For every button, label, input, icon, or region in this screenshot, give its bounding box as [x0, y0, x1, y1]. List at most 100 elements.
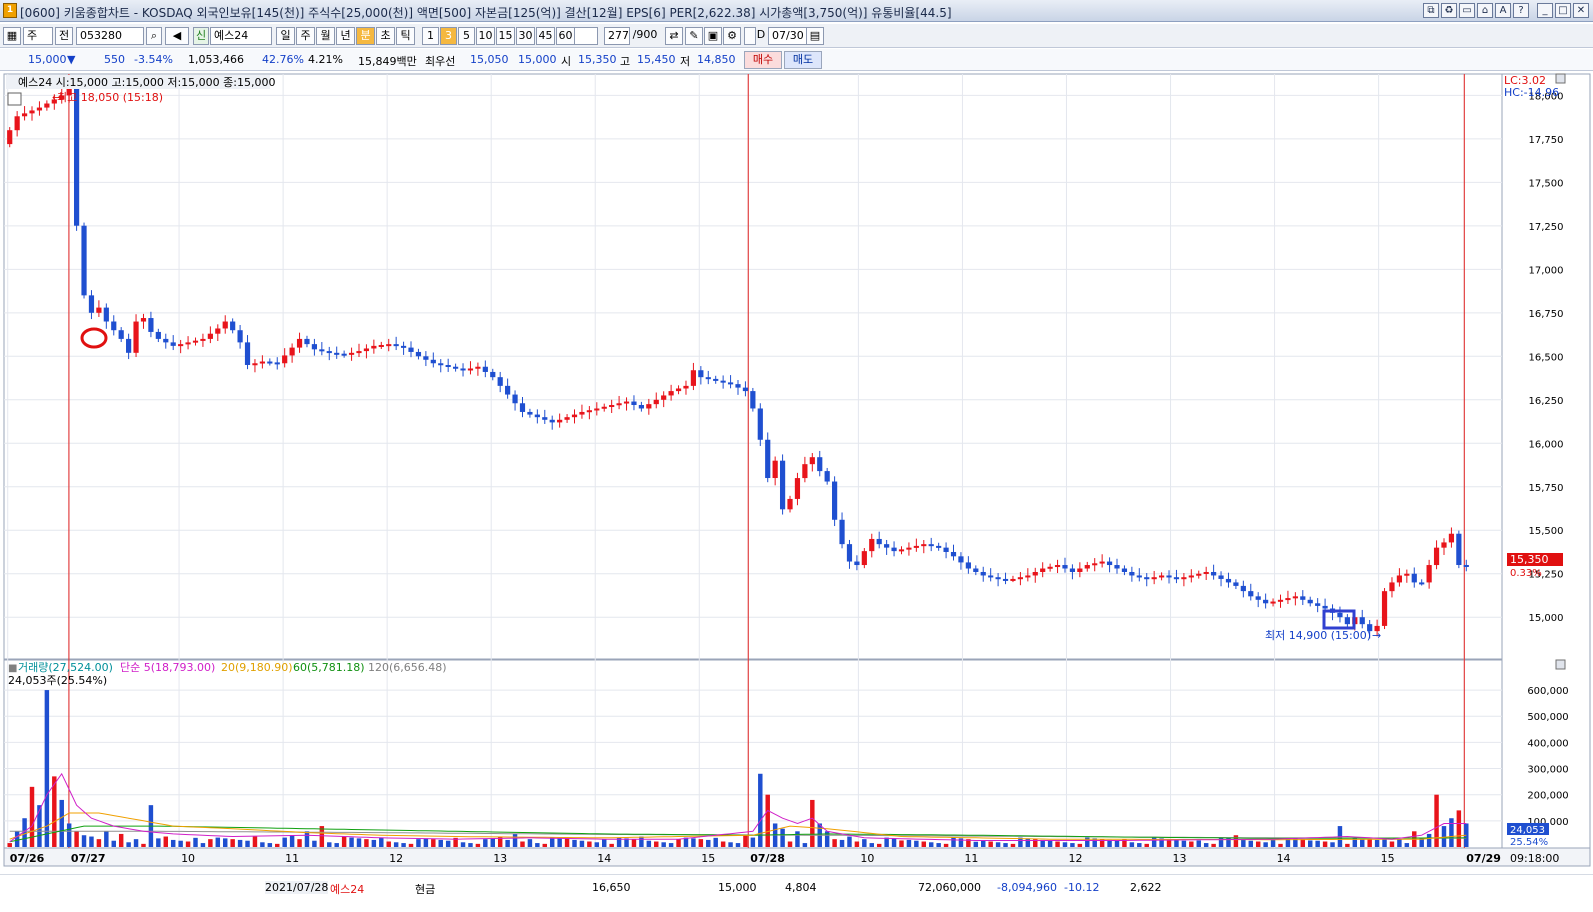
candle-body [869, 538, 875, 552]
candle-body [460, 368, 466, 371]
interval-button[interactable]: 10 [476, 27, 495, 45]
interval-button[interactable]: 3 [440, 27, 457, 45]
speaker-icon[interactable]: ◀ [165, 27, 189, 45]
candle-body [244, 342, 251, 365]
volume-bar [639, 836, 644, 847]
panel-toggle-icon[interactable] [1555, 659, 1566, 670]
footer-v3: 4,804 [785, 881, 817, 894]
period-button[interactable]: 일 [276, 27, 295, 45]
d-checkbox[interactable] [744, 27, 756, 45]
period-button[interactable]: 초 [376, 27, 395, 45]
gear-icon[interactable]: ⚙ [723, 27, 741, 45]
volume-bar [631, 839, 637, 847]
type-select[interactable]: 주 [23, 27, 53, 45]
ma20-legend: 20(9,180.90) [221, 661, 293, 674]
interval-button[interactable]: 5 [458, 27, 475, 45]
price: 15,000 [28, 53, 67, 66]
home-icon[interactable]: ⌂ [1477, 3, 1493, 18]
volume-bar [668, 843, 674, 847]
candle-body [1040, 568, 1046, 572]
candle-body [846, 544, 853, 562]
x-tick-label: 10 [181, 852, 195, 865]
volume-bar [587, 841, 592, 847]
volume-bar [267, 843, 273, 847]
volume-bar [1070, 843, 1075, 847]
volume-bar [1233, 835, 1239, 847]
search-icon[interactable]: ⌕ [146, 27, 162, 45]
period-button[interactable]: 년 [336, 27, 355, 45]
grid-icon[interactable] [7, 92, 22, 106]
price-tick-label: 16,250 [1529, 396, 1564, 407]
share-icon[interactable]: ♻ [1441, 3, 1457, 18]
scroll-up-icon[interactable] [1555, 73, 1566, 84]
volume-bar [423, 838, 429, 847]
candle-body [326, 351, 332, 354]
candle-body [430, 359, 436, 364]
footer-v2: 15,000 [718, 881, 757, 894]
volume-bar [445, 840, 451, 847]
volume-bar [1374, 839, 1380, 847]
code-input[interactable]: 053280 [76, 27, 144, 45]
calendar-icon[interactable]: ▤ [806, 27, 824, 45]
minimize-icon[interactable]: _ [1537, 3, 1553, 18]
period-button[interactable]: 주 [296, 27, 315, 45]
candle-body [386, 344, 392, 347]
candle-body [519, 403, 526, 412]
volume-bar [505, 839, 510, 847]
volume-bar [780, 828, 785, 847]
price-chart[interactable]: 15,00015,25015,50015,75016,00016,25016,5… [0, 72, 1593, 872]
close-icon[interactable]: ✕ [1573, 3, 1589, 18]
volume-bar [1025, 838, 1031, 847]
high-marker: 최고 18,050 (15:18) [57, 91, 163, 104]
sync-icon[interactable]: ⇄ [665, 27, 683, 45]
count-input[interactable]: 277 [604, 27, 630, 45]
volume-bar [609, 843, 614, 847]
interval-button[interactable]: 15 [496, 27, 515, 45]
date-input[interactable]: 07/30 [768, 27, 808, 45]
volume-bar [1174, 839, 1179, 847]
stock-name-input[interactable]: 예스24 [210, 27, 272, 45]
volume-bar [416, 839, 421, 847]
font-icon[interactable]: A [1495, 3, 1511, 18]
volume-bar [1010, 843, 1016, 847]
candle-body [88, 295, 95, 313]
x-tick-label: 12 [1068, 852, 1082, 865]
buy-button[interactable]: 매수 [744, 51, 782, 69]
volume-bar [512, 833, 518, 847]
candle-body [1069, 568, 1076, 572]
new-button[interactable]: 신 [193, 27, 209, 45]
help-icon[interactable]: ? [1513, 3, 1529, 18]
candle-body [356, 351, 362, 354]
candle-body [1263, 599, 1269, 604]
volume-bar [89, 836, 94, 847]
interval-button[interactable]: 30 [516, 27, 535, 45]
volume-bar [579, 840, 585, 847]
volume-bar [557, 838, 562, 847]
candle-body [906, 547, 912, 550]
link-icon[interactable]: ⧉ [1423, 3, 1439, 18]
jeon-button[interactable]: 전 [55, 27, 73, 45]
candle-body [1248, 591, 1254, 597]
interval-button[interactable]: 60 [556, 27, 575, 45]
maximize-icon[interactable]: □ [1555, 3, 1571, 18]
volume-bar [802, 843, 808, 847]
candle-body [423, 356, 429, 360]
period-button[interactable]: 틱 [396, 27, 415, 45]
candle-body [7, 130, 13, 145]
period-button[interactable]: 분 [356, 27, 375, 45]
sell-button[interactable]: 매도 [784, 51, 822, 69]
menu-icon[interactable]: ▦ [3, 27, 21, 45]
interval-button[interactable]: 45 [536, 27, 555, 45]
candle-body [252, 363, 258, 366]
tool-icon[interactable]: ✎ [685, 27, 703, 45]
candle-body [1092, 563, 1098, 566]
period-button[interactable]: 월 [316, 27, 335, 45]
interval-button[interactable]: 1 [422, 27, 439, 45]
save-icon[interactable]: ▣ [704, 27, 722, 45]
low-label: 저 [680, 55, 691, 68]
window-icon[interactable]: ▭ [1459, 3, 1475, 18]
chart-area[interactable]: 15,000 15,250 15,500 15,750 16,000 16,250 16,5… [0, 72, 1593, 872]
volume-bar [364, 839, 369, 847]
candle-body [1010, 578, 1016, 581]
volume-bar [1181, 840, 1187, 847]
